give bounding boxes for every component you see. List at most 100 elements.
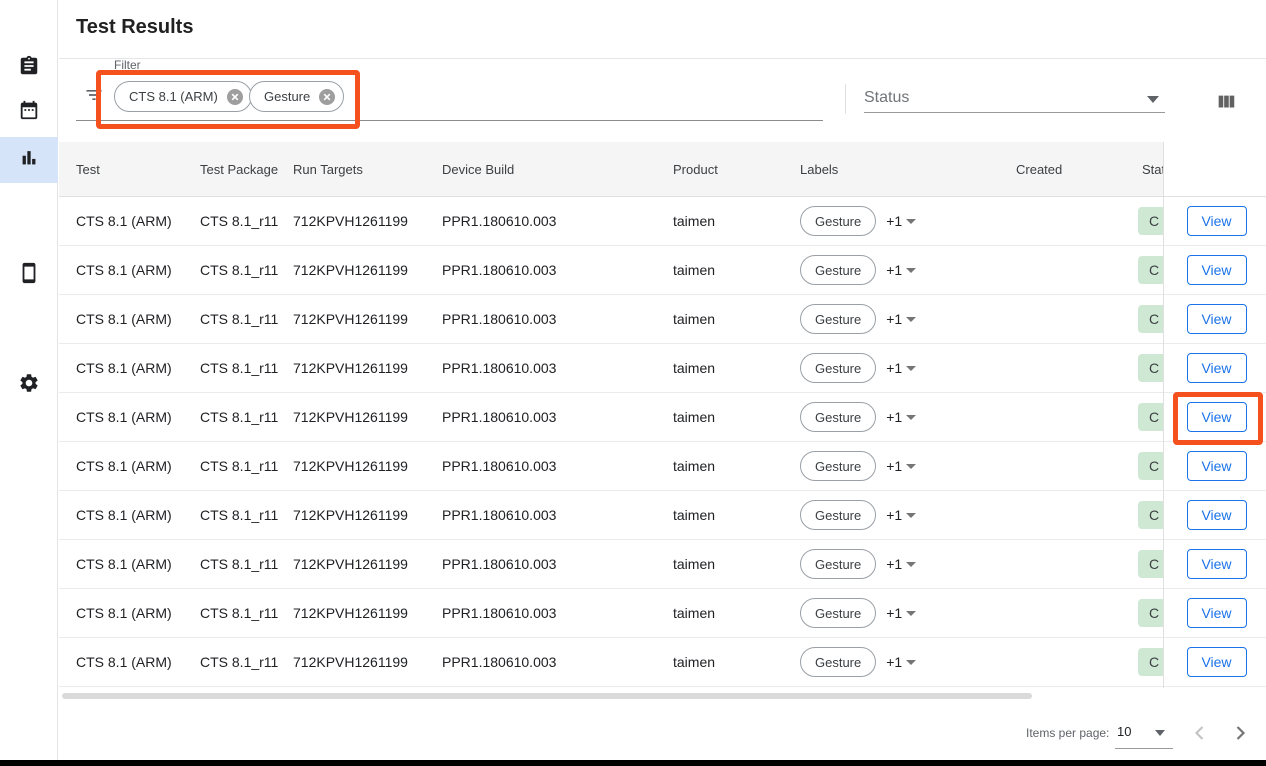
status-select[interactable]: Status: [864, 89, 909, 107]
filter-chip-label: CTS 8.1 (ARM): [129, 89, 218, 104]
cell-test-package: CTS 8.1_r11: [200, 262, 293, 278]
label-chip: Gesture: [800, 206, 876, 236]
sidebar-item-settings[interactable]: [0, 362, 58, 408]
cell-run-targets: 712KPVH1261199: [293, 311, 442, 327]
chevron-down-icon: [906, 562, 916, 567]
column-test-package[interactable]: Test Package: [200, 162, 293, 177]
chevron-down-icon[interactable]: [1155, 730, 1165, 736]
table-row[interactable]: CTS 8.1 (ARM) CTS 8.1_r11 712KPVH1261199…: [59, 540, 1164, 589]
chevron-down-icon: [906, 464, 916, 469]
table-row[interactable]: CTS 8.1 (ARM) CTS 8.1_r11 712KPVH1261199…: [59, 638, 1164, 687]
sidebar-item-plans[interactable]: [0, 89, 58, 135]
chevron-down-icon: [906, 268, 916, 273]
cell-device-build: PPR1.180610.003: [442, 409, 673, 425]
cell-product: taimen: [673, 507, 800, 523]
filter-input-underline[interactable]: [76, 120, 823, 121]
status-badge: C: [1138, 207, 1164, 235]
close-icon[interactable]: [319, 89, 335, 105]
view-button[interactable]: View: [1187, 549, 1247, 579]
cell-labels: Gesture +1: [800, 304, 1016, 334]
calendar-icon: [18, 99, 40, 126]
more-labels-dropdown[interactable]: +1: [886, 360, 916, 376]
filter-chip-cts[interactable]: CTS 8.1 (ARM): [114, 81, 252, 112]
cell-labels: Gesture +1: [800, 402, 1016, 432]
label-chip: Gesture: [800, 647, 876, 677]
sidebar: [0, 0, 58, 760]
column-created[interactable]: Created: [1016, 162, 1142, 177]
label-chip: Gesture: [800, 598, 876, 628]
view-button[interactable]: View: [1187, 598, 1247, 628]
table-row[interactable]: CTS 8.1 (ARM) CTS 8.1_r11 712KPVH1261199…: [59, 442, 1164, 491]
view-button[interactable]: View: [1187, 206, 1247, 236]
more-labels-dropdown[interactable]: +1: [886, 409, 916, 425]
items-per-page-select[interactable]: 10: [1117, 724, 1131, 739]
cell-run-targets: 712KPVH1261199: [293, 409, 442, 425]
table-row[interactable]: CTS 8.1 (ARM) CTS 8.1_r11 712KPVH1261199…: [59, 246, 1164, 295]
cell-test: CTS 8.1 (ARM): [76, 262, 200, 278]
view-button[interactable]: View: [1187, 402, 1247, 432]
status-badge: C: [1138, 550, 1164, 578]
chevron-down-icon[interactable]: [1147, 96, 1159, 103]
cell-test: CTS 8.1 (ARM): [76, 360, 200, 376]
view-button[interactable]: View: [1187, 647, 1247, 677]
view-column-header: [1164, 142, 1266, 197]
view-button[interactable]: View: [1187, 353, 1247, 383]
more-labels-dropdown[interactable]: +1: [886, 458, 916, 474]
table-row[interactable]: CTS 8.1 (ARM) CTS 8.1_r11 712KPVH1261199…: [59, 197, 1164, 246]
view-button[interactable]: View: [1187, 255, 1247, 285]
status-badge: C: [1138, 305, 1164, 333]
cell-device-build: PPR1.180610.003: [442, 507, 673, 523]
view-cell: View: [1164, 246, 1266, 295]
table-row[interactable]: CTS 8.1 (ARM) CTS 8.1_r11 712KPVH1261199…: [59, 491, 1164, 540]
filter-chip-gesture[interactable]: Gesture: [249, 81, 344, 112]
close-icon[interactable]: [227, 89, 243, 105]
more-labels-dropdown[interactable]: +1: [886, 605, 916, 621]
table-row[interactable]: CTS 8.1 (ARM) CTS 8.1_r11 712KPVH1261199…: [59, 295, 1164, 344]
sidebar-item-results[interactable]: [0, 137, 58, 183]
cell-test-package: CTS 8.1_r11: [200, 409, 293, 425]
cell-device-build: PPR1.180610.003: [442, 556, 673, 572]
more-labels-dropdown[interactable]: +1: [886, 654, 916, 670]
column-run-targets[interactable]: Run Targets: [293, 162, 442, 177]
cell-device-build: PPR1.180610.003: [442, 605, 673, 621]
view-cell: View: [1164, 295, 1266, 344]
view-cell: View: [1164, 197, 1266, 246]
view-button[interactable]: View: [1187, 304, 1247, 334]
table-row[interactable]: CTS 8.1 (ARM) CTS 8.1_r11 712KPVH1261199…: [59, 589, 1164, 638]
filter-list-icon[interactable]: [84, 85, 104, 105]
more-labels-dropdown[interactable]: +1: [886, 556, 916, 572]
view-button[interactable]: View: [1187, 500, 1247, 530]
column-status[interactable]: Stat: [1142, 162, 1164, 177]
column-test[interactable]: Test: [76, 162, 200, 177]
view-button[interactable]: View: [1187, 451, 1247, 481]
label-chip: Gesture: [800, 451, 876, 481]
label-chip: Gesture: [800, 304, 876, 334]
cell-labels: Gesture +1: [800, 255, 1016, 285]
items-per-page-underline: [1115, 748, 1173, 749]
more-labels-dropdown[interactable]: +1: [886, 507, 916, 523]
previous-page-button[interactable]: [1188, 721, 1212, 750]
filter-field-label: Filter: [114, 58, 141, 72]
chevron-down-icon: [906, 415, 916, 420]
table-body: CTS 8.1 (ARM) CTS 8.1_r11 712KPVH1261199…: [59, 197, 1164, 687]
view-columns-button[interactable]: [1213, 90, 1239, 116]
chevron-down-icon: [906, 660, 916, 665]
column-device-build[interactable]: Device Build: [442, 162, 673, 177]
table-header-row: Test Test Package Run Targets Device Bui…: [59, 142, 1164, 197]
more-labels-dropdown[interactable]: +1: [886, 262, 916, 278]
horizontal-scrollbar-thumb[interactable]: [62, 693, 1032, 699]
sidebar-item-devices[interactable]: [0, 252, 58, 298]
column-labels[interactable]: Labels: [800, 162, 1016, 177]
view-cell: View: [1164, 393, 1266, 442]
table-row[interactable]: CTS 8.1 (ARM) CTS 8.1_r11 712KPVH1261199…: [59, 344, 1164, 393]
more-labels-dropdown[interactable]: +1: [886, 311, 916, 327]
sidebar-item-tests[interactable]: [0, 45, 58, 91]
status-badge: C: [1138, 648, 1164, 676]
header-divider: [59, 58, 1266, 59]
cell-test: CTS 8.1 (ARM): [76, 409, 200, 425]
column-product[interactable]: Product: [673, 162, 800, 177]
next-page-button[interactable]: [1228, 721, 1252, 750]
cell-product: taimen: [673, 556, 800, 572]
more-labels-dropdown[interactable]: +1: [886, 213, 916, 229]
table-row[interactable]: CTS 8.1 (ARM) CTS 8.1_r11 712KPVH1261199…: [59, 393, 1164, 442]
